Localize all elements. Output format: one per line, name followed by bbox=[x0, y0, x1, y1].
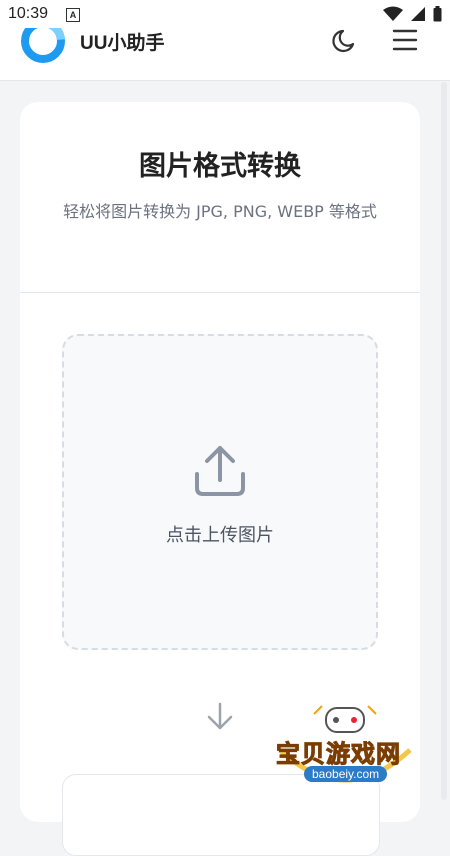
watermark: 宝贝游戏网 baobeiy.com bbox=[270, 700, 420, 795]
wifi-icon bbox=[383, 6, 403, 21]
hamburger-menu-icon bbox=[392, 29, 418, 51]
page-scrollbar[interactable] bbox=[441, 82, 447, 800]
app-title: UU小助手 bbox=[80, 33, 165, 54]
arrow-down-icon bbox=[207, 702, 233, 730]
upload-dropzone[interactable]: 点击上传图片 bbox=[62, 334, 378, 650]
page-subtitle: 轻松将图片转换为 JPG, PNG, WEBP 等格式 bbox=[63, 202, 377, 221]
status-time: 10:39 bbox=[8, 5, 49, 22]
upload-icon bbox=[195, 446, 245, 496]
status-bar: 10:39 A bbox=[0, 0, 450, 28]
signal-icon bbox=[411, 7, 425, 21]
watermark-url: baobeiy.com bbox=[304, 766, 388, 782]
theme-toggle-button[interactable] bbox=[332, 26, 360, 54]
moon-icon bbox=[332, 29, 355, 53]
upload-label: 点击上传图片 bbox=[166, 525, 274, 546]
notification-icon: A bbox=[66, 8, 80, 22]
page-title: 图片格式转换 bbox=[139, 151, 301, 182]
menu-button[interactable] bbox=[390, 25, 420, 55]
system-icons bbox=[383, 6, 442, 22]
card-header: 图片格式转换 轻松将图片转换为 JPG, PNG, WEBP 等格式 bbox=[20, 102, 420, 293]
watermark-text: 宝贝游戏网 bbox=[276, 740, 401, 769]
battery-icon bbox=[433, 6, 442, 22]
